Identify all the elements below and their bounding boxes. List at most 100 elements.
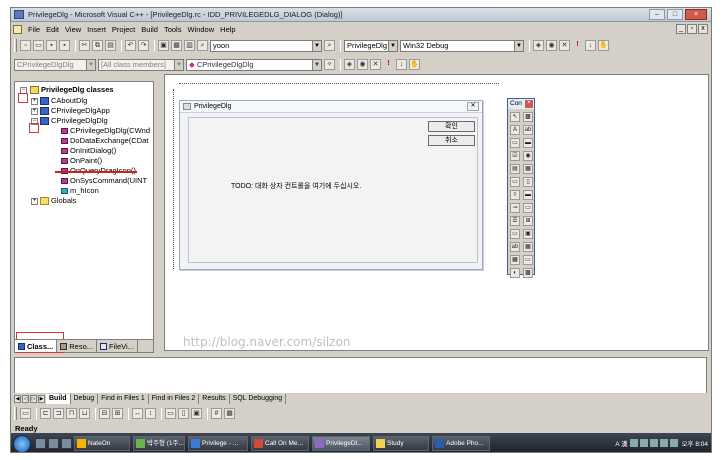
tab-build[interactable]: Build <box>46 394 71 404</box>
task-chat[interactable]: 박주형 (1주... <box>133 436 185 451</box>
menu-project[interactable]: Project <box>109 25 138 34</box>
tab-scroll-first-icon[interactable]: ◀ <box>14 395 21 403</box>
execute-icon[interactable]: ! <box>572 40 583 51</box>
tab-find-in-files-1[interactable]: Find in Files 1 <box>98 394 149 404</box>
quick-launch-icon[interactable] <box>61 438 72 449</box>
tree-item-dodataexchange[interactable]: DoDataExchange(CDat <box>61 136 148 146</box>
mdi-close-button[interactable]: x <box>698 24 708 34</box>
tab-fileview[interactable]: FileVi... <box>97 340 138 352</box>
window-list-icon[interactable]: ▥ <box>184 40 195 51</box>
chevron-down-icon[interactable]: ▼ <box>86 59 95 70</box>
expand-toggle[interactable]: + <box>31 198 38 205</box>
tab-scroll-prev-icon[interactable]: ◁ <box>22 395 29 403</box>
open-folder-icon[interactable]: ▭ <box>33 40 44 51</box>
space-across-icon[interactable]: ↔ <box>132 408 143 419</box>
tab-scroll-last-icon[interactable]: ▶ <box>38 395 45 403</box>
title-bar[interactable]: PrivilegeDlg - Microsoft Visual C++ - [P… <box>11 8 711 22</box>
dialog-title-bar[interactable]: PrivilegeDlg ✕ <box>180 101 482 113</box>
chevron-down-icon[interactable]: ▼ <box>312 40 321 51</box>
tab-results[interactable]: Results <box>199 394 230 404</box>
find-combo[interactable]: yoon ▼ <box>210 39 322 52</box>
month-calendar-icon[interactable]: ▦ <box>510 255 520 265</box>
menu-build[interactable]: Build <box>138 25 161 34</box>
tree-root[interactable]: PrivilegeDlg classes <box>30 85 114 95</box>
build-icon[interactable]: ◉ <box>546 40 557 51</box>
menu-view[interactable]: View <box>62 25 84 34</box>
picture-icon[interactable]: ▩ <box>523 112 533 122</box>
save-all-icon[interactable]: ▪ <box>59 40 70 51</box>
task-study[interactable]: Study <box>373 436 429 451</box>
quick-launch-icon[interactable] <box>35 438 46 449</box>
align-right-icon[interactable]: ⊐ <box>53 408 64 419</box>
controls-title-bar[interactable]: Con × <box>508 99 534 109</box>
tab-control-icon[interactable]: ▭ <box>510 229 520 239</box>
vertical-scrollbar-icon[interactable]: ▯ <box>523 177 533 187</box>
go-icon[interactable]: ↓ <box>396 59 407 70</box>
tab-resourceview[interactable]: Reso... <box>57 340 98 352</box>
slider-icon[interactable]: ⊸ <box>510 203 520 213</box>
menu-tools[interactable]: Tools <box>161 25 185 34</box>
tray-icon[interactable] <box>639 439 648 447</box>
static-text-icon[interactable]: A <box>510 125 520 135</box>
chevron-down-icon[interactable]: ▼ <box>312 59 321 70</box>
quick-launch-icon[interactable] <box>48 438 59 449</box>
checkbox-icon[interactable]: ☑ <box>510 151 520 161</box>
align-left-icon[interactable]: ⊏ <box>40 408 51 419</box>
go-icon[interactable]: ↓ <box>585 40 596 51</box>
wizard-action-icon[interactable]: ✧ <box>324 59 335 70</box>
mdi-restore-button[interactable]: ▫ <box>687 24 697 34</box>
button-icon[interactable]: ▬ <box>523 138 533 148</box>
find-in-files-icon[interactable]: ⌕ <box>197 40 208 51</box>
tab-debug[interactable]: Debug <box>71 394 99 404</box>
date-picker-icon[interactable]: ▦ <box>523 242 533 252</box>
menu-edit[interactable]: Edit <box>43 25 62 34</box>
toolbar-grip[interactable] <box>14 39 17 52</box>
resource-editor[interactable]: PrivilegeDlg ✕ 확인 취소 TODO: 대화 상자 컨트롤을 여기… <box>164 74 709 351</box>
edit-box-icon[interactable]: ab <box>523 125 533 135</box>
project-combo[interactable]: PrivilegeDlg ▼ <box>344 39 398 52</box>
tree-item-onpaint[interactable]: OnPaint() <box>61 156 102 166</box>
maximize-button[interactable]: □ <box>667 9 683 20</box>
animate-icon[interactable]: ▣ <box>523 229 533 239</box>
combo-box-icon[interactable]: ▤ <box>510 164 520 174</box>
task-adobe-photoshop[interactable]: Adobe Pho... <box>432 436 490 451</box>
dialog-close-icon[interactable]: ✕ <box>467 102 479 111</box>
volume-icon[interactable] <box>659 439 668 447</box>
extended-combo-icon[interactable]: ▩ <box>523 268 533 278</box>
tree-item-constructor[interactable]: CPrivilegeDlgDlg(CWnd <box>61 126 150 136</box>
tree-item-caboutdlg[interactable]: CAboutDlg <box>40 96 87 106</box>
align-bottom-icon[interactable]: ⊔ <box>79 408 90 419</box>
ok-button[interactable]: 확인 <box>428 121 475 132</box>
cut-icon[interactable]: ✂ <box>79 40 90 51</box>
close-icon[interactable]: × <box>525 100 533 108</box>
stop-build-icon[interactable]: ✕ <box>370 59 381 70</box>
filter-combo[interactable]: [All class members] ▼ <box>98 58 184 71</box>
tree-item-cprivilegedlgapp[interactable]: CPrivilegeDlgApp <box>40 106 110 116</box>
start-button[interactable] <box>13 434 31 452</box>
undo-icon[interactable]: ↶ <box>125 40 136 51</box>
task-call-on-me[interactable]: Call On Me... <box>251 436 309 451</box>
chevron-down-icon[interactable]: ▼ <box>388 40 397 51</box>
tab-sql-debugging[interactable]: SQL Debugging <box>230 394 287 404</box>
find-icon[interactable]: ⌕ <box>324 40 335 51</box>
pointer-icon[interactable]: ↖ <box>510 112 520 122</box>
toggle-grid-icon[interactable]: # <box>211 408 222 419</box>
rich-edit-icon[interactable]: ab <box>510 242 520 252</box>
paste-icon[interactable]: ▤ <box>105 40 116 51</box>
task-privilege[interactable]: Privilege - ... <box>188 436 248 451</box>
menu-insert[interactable]: Insert <box>84 25 109 34</box>
tab-classview[interactable]: Class... <box>15 340 58 352</box>
member-combo[interactable]: ◆ CPrivilegeDlgDlg ▼ <box>186 58 322 71</box>
menu-window[interactable]: Window <box>184 25 217 34</box>
same-height-icon[interactable]: ▯ <box>178 408 189 419</box>
cancel-button[interactable]: 취소 <box>428 135 475 146</box>
center-vertical-icon[interactable]: ⊟ <box>99 408 110 419</box>
configuration-combo[interactable]: Win32 Debug ▼ <box>400 39 524 52</box>
network-icon[interactable] <box>669 439 678 447</box>
tray-icon[interactable] <box>629 439 638 447</box>
align-top-icon[interactable]: ⊓ <box>66 408 77 419</box>
ip-address-icon[interactable]: ▭ <box>523 255 533 265</box>
new-file-icon[interactable]: ▫ <box>20 40 31 51</box>
menu-file[interactable]: File <box>25 25 43 34</box>
save-icon[interactable]: ▪ <box>46 40 57 51</box>
